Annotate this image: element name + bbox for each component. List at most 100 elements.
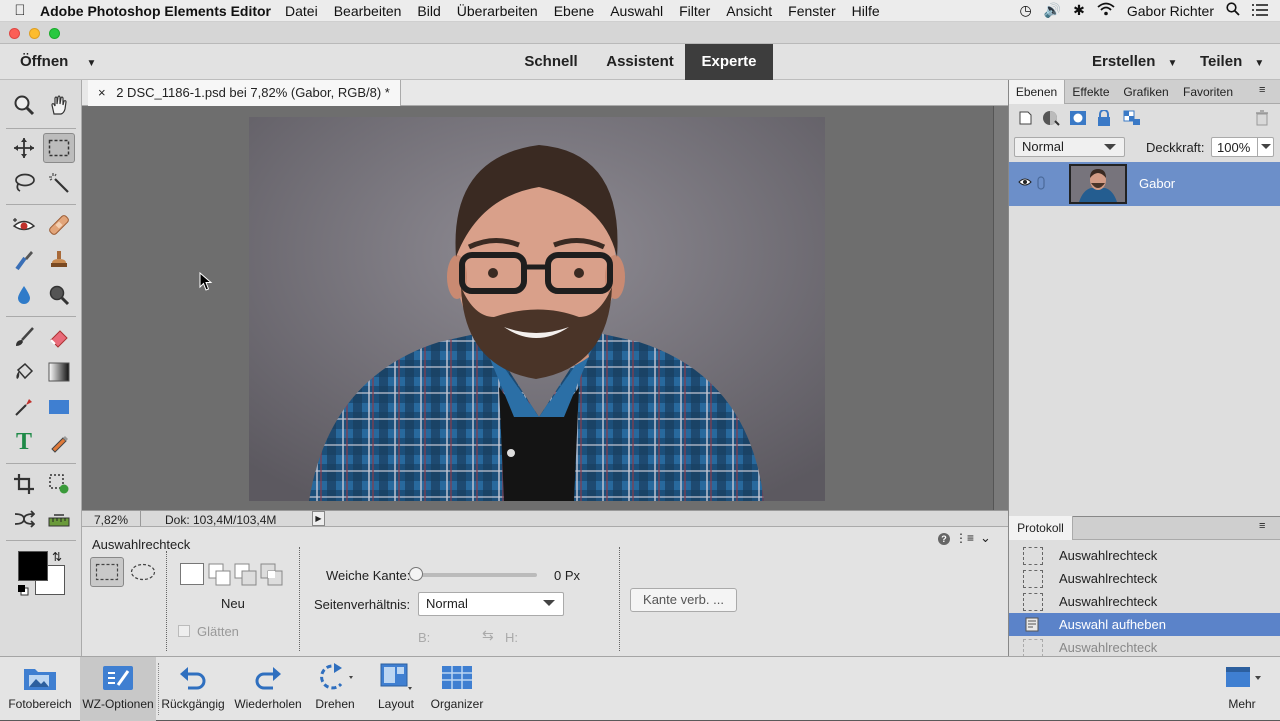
intersect-selection-icon[interactable] [260,563,284,590]
shape-tool-icon[interactable] [43,392,75,422]
history-item[interactable]: Auswahlrechteck [1009,590,1280,613]
swap-colors-icon[interactable]: ⇅ [52,550,62,564]
menu-hilfe[interactable]: Hilfe [852,3,880,19]
tab-ebenen[interactable]: Ebenen [1009,80,1065,104]
tab-favoriten[interactable]: Favoriten [1176,80,1240,104]
menu-auswahl[interactable]: Auswahl [610,3,663,19]
mode-assistent[interactable]: Assistent [598,44,682,80]
canvas-area[interactable] [82,106,993,510]
feather-slider-thumb[interactable] [409,567,423,581]
tab-protokoll[interactable]: Protokoll [1009,516,1073,540]
chevron-down-icon[interactable] [1261,144,1271,149]
photo-bin-button[interactable]: Fotobereich [4,657,76,721]
vertical-scrollbar[interactable] [993,106,1008,510]
smooth-checkbox[interactable] [178,625,190,637]
menu-ansicht[interactable]: Ansicht [726,3,772,19]
refine-edge-button[interactable]: Kante verb. ... [630,588,737,612]
collapse-options-icon[interactable]: ⌄ [980,530,991,546]
open-button[interactable]: Öffnen ▼ [20,44,96,80]
new-layer-icon[interactable] [1017,110,1033,129]
magic-wand-tool-icon[interactable] [43,168,75,198]
default-colors-icon[interactable] [17,584,29,596]
status-menu-arrow-icon[interactable]: ▶ [312,511,325,526]
sponge-tool-icon[interactable] [43,280,75,310]
layer-link-icon[interactable] [1037,176,1045,193]
minimize-window-button[interactable] [29,28,40,39]
lock-icon[interactable] [1097,109,1111,129]
layer-thumbnail[interactable] [1069,164,1127,204]
app-name[interactable]: Adobe Photoshop Elements Editor [40,3,271,19]
layer-mask-icon[interactable] [1069,110,1087,129]
photo-canvas[interactable] [249,117,825,501]
volume-icon[interactable]: 🔊 [1044,2,1061,19]
ellipse-marquee-option[interactable] [128,557,158,587]
organizer-button[interactable]: Organizer [427,657,487,721]
move-tool-icon[interactable] [8,133,40,163]
layer-row[interactable]: Gabor [1009,162,1280,206]
menu-ebene[interactable]: Ebene [554,3,594,19]
gradient-tool-icon[interactable] [43,357,75,387]
aspect-ratio-dropdown[interactable]: Normal [418,592,564,616]
healing-brush-tool-icon[interactable] [43,210,75,240]
apple-icon[interactable]:  [0,2,40,19]
share-button[interactable]: Teilen ▼ [1200,44,1264,80]
bluetooth-icon[interactable]: ✱ [1073,2,1085,19]
more-button[interactable]: Mehr [1220,657,1264,721]
undo-button[interactable]: Rückgängig [160,657,226,721]
feather-slider-track[interactable] [416,573,537,577]
panel-menu-icon[interactable]: ≡ [1259,520,1265,532]
history-item-selected[interactable]: Auswahl aufheben [1009,613,1280,636]
paint-bucket-tool-icon[interactable] [8,357,40,387]
smart-brush-tool-icon[interactable] [8,245,40,275]
mode-schnell[interactable]: Schnell [515,44,587,80]
add-to-selection-icon[interactable] [208,563,232,590]
help-icon[interactable]: ? [938,533,950,545]
tool-options-button[interactable]: WZ-Optionen [80,657,156,721]
swap-dimensions-icon[interactable]: ⇆ [482,627,494,644]
rectangular-marquee-tool-icon[interactable] [43,133,75,163]
blend-mode-dropdown[interactable]: Normal [1014,137,1125,157]
straighten-tool-icon[interactable] [43,504,75,534]
menu-ueberarbeiten[interactable]: Überarbeiten [457,3,538,19]
red-eye-tool-icon[interactable] [8,210,40,240]
tab-grafiken[interactable]: Grafiken [1119,80,1173,104]
blur-tool-icon[interactable] [8,280,40,310]
menu-filter[interactable]: Filter [679,3,710,19]
menu-fenster[interactable]: Fenster [788,3,835,19]
menu-datei[interactable]: Datei [285,3,318,19]
history-item[interactable]: Auswahlrechteck [1009,567,1280,590]
lasso-tool-icon[interactable] [8,168,40,198]
text-tool-icon[interactable]: T [8,427,40,457]
close-window-button[interactable] [9,28,20,39]
options-menu-icon[interactable]: ⋮≡ [955,531,974,545]
close-tab-icon[interactable]: × [98,85,106,100]
panel-menu-icon[interactable]: ≡ [1259,84,1265,96]
rotate-button[interactable]: Drehen [310,657,360,721]
visibility-eye-icon[interactable] [1018,177,1032,190]
notification-center-icon[interactable] [1252,3,1268,19]
create-button[interactable]: Erstellen ▼ [1092,44,1177,80]
zoom-level[interactable]: 7,82% [94,513,128,527]
foreground-color-swatch[interactable] [18,551,48,581]
zoom-window-button[interactable] [49,28,60,39]
tab-effekte[interactable]: Effekte [1066,80,1116,104]
layout-button[interactable]: Layout [371,657,421,721]
zoom-tool-icon[interactable] [8,90,40,120]
subtract-from-selection-icon[interactable] [234,563,258,590]
new-selection-icon[interactable] [180,563,204,585]
brush-tool-icon[interactable] [8,322,40,352]
adjustment-layer-icon[interactable] [1042,110,1060,129]
crop-tool-icon[interactable] [8,469,40,499]
eraser-tool-icon[interactable] [43,322,75,352]
menu-bild[interactable]: Bild [417,3,440,19]
pencil-tool-icon[interactable] [43,427,75,457]
menu-bearbeiten[interactable]: Bearbeiten [334,3,402,19]
spotlight-search-icon[interactable] [1226,2,1240,19]
hand-tool-icon[interactable] [43,90,75,120]
layer-name[interactable]: Gabor [1139,176,1175,191]
clone-stamp-tool-icon[interactable] [43,245,75,275]
opacity-field[interactable]: 100% [1211,137,1274,157]
history-item[interactable]: Auswahlrechteck [1009,544,1280,567]
time-machine-icon[interactable]: ◷ [1019,2,1031,19]
document-tab[interactable]: × 2 DSC_1186-1.psd bei 7,82% (Gabor, RGB… [88,80,401,106]
